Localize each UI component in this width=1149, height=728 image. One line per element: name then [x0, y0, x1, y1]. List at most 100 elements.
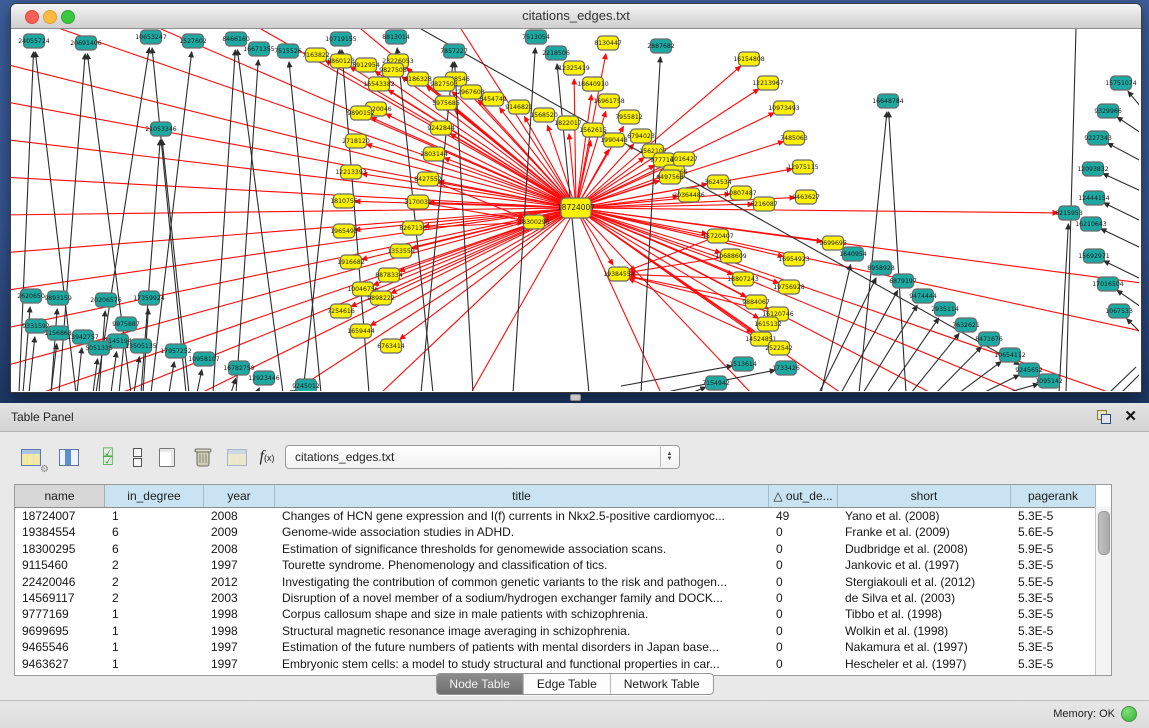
- row-height-icon[interactable]: [122, 442, 152, 472]
- tab-edge-table[interactable]: Edge Table: [524, 674, 611, 694]
- table-cell[interactable]: 2: [105, 574, 204, 590]
- table-cell[interactable]: 2008: [204, 541, 275, 557]
- table-cell[interactable]: 0: [769, 606, 838, 622]
- graph-node[interactable]: 2620650: [17, 289, 45, 303]
- graph-node[interactable]: 9890152: [347, 106, 375, 120]
- graph-node[interactable]: 9975887: [112, 317, 140, 331]
- graph-node[interactable]: 12213393: [335, 165, 367, 179]
- table-cell[interactable]: Tibbo et al. (1998): [838, 606, 1011, 622]
- column-header-out_de[interactable]: △ out_de...: [769, 485, 838, 507]
- table-cell[interactable]: 1998: [204, 606, 275, 622]
- tab-network-table[interactable]: Network Table: [611, 674, 713, 694]
- table-scrollbar-thumb[interactable]: [1098, 511, 1110, 555]
- graph-node[interactable]: 9146821: [505, 100, 533, 114]
- graph-node[interactable]: 2935114: [931, 302, 959, 316]
- graph-node[interactable]: 7154942: [702, 376, 730, 390]
- table-cell[interactable]: 0: [769, 524, 838, 540]
- table-cell[interactable]: 9777169: [15, 606, 105, 622]
- graph-node[interactable]: 1965493: [330, 224, 358, 238]
- table-select-dropdown[interactable]: citations_edges.txt ▲▼: [285, 445, 680, 469]
- table-row[interactable]: 977716911998Corpus callosum shape and si…: [15, 606, 1111, 622]
- graph-node[interactable]: 6497568: [656, 170, 684, 184]
- table-cell[interactable]: 5.3E-5: [1011, 656, 1096, 672]
- graph-node[interactable]: 18724007: [557, 198, 595, 218]
- graph-node[interactable]: 17016504: [1092, 277, 1124, 291]
- graph-node[interactable]: 7955812: [615, 110, 643, 124]
- table-cell[interactable]: 9465546: [15, 639, 105, 655]
- graph-node[interactable]: 6216087: [750, 197, 778, 211]
- table-cell[interactable]: Franke et al. (2009): [838, 524, 1011, 540]
- table-cell[interactable]: Structural magnetic resonance image aver…: [275, 623, 769, 639]
- table-cell[interactable]: 1: [105, 639, 204, 655]
- graph-node[interactable]: 8267130: [399, 221, 427, 235]
- table-cell[interactable]: 1: [105, 656, 204, 672]
- table-cell[interactable]: 14569117: [15, 590, 105, 606]
- graph-node[interactable]: 1353559: [387, 244, 415, 258]
- table-cell[interactable]: 1998: [204, 623, 275, 639]
- table-cell[interactable]: Nakamura et al. (1997): [838, 639, 1011, 655]
- table-cell[interactable]: 0: [769, 656, 838, 672]
- table-cell[interactable]: 5.9E-5: [1011, 541, 1096, 557]
- graph-node[interactable]: 1562615: [579, 123, 607, 137]
- graph-node[interactable]: 16671355: [243, 42, 275, 56]
- graph-node[interactable]: 2887682: [647, 39, 675, 53]
- graph-node[interactable]: 9827503: [430, 77, 458, 91]
- table-cell[interactable]: Corpus callosum shape and size in male p…: [275, 606, 769, 622]
- graph-node[interactable]: 6794023: [627, 129, 655, 143]
- graph-node[interactable]: 7515526: [274, 44, 302, 58]
- table-cell[interactable]: Hescheler et al. (1997): [838, 656, 1011, 672]
- table-cell[interactable]: 5.6E-5: [1011, 524, 1096, 540]
- table-cell[interactable]: 5.3E-5: [1011, 606, 1096, 622]
- float-panel-icon[interactable]: [1097, 410, 1111, 424]
- graph-node[interactable]: 2522542: [765, 341, 793, 355]
- graph-node[interactable]: 9242844: [427, 121, 455, 135]
- graph-node[interactable]: 9699695: [819, 236, 847, 250]
- graph-node[interactable]: 9827508: [379, 63, 407, 77]
- table-cell[interactable]: 5.3E-5: [1011, 623, 1096, 639]
- graph-node[interactable]: 2718120: [342, 134, 370, 148]
- graph-node[interactable]: 15751074: [1105, 76, 1137, 90]
- table-cell[interactable]: 22420046: [15, 574, 105, 590]
- table-cell[interactable]: 0: [769, 639, 838, 655]
- table-row[interactable]: 911546021997Tourette syndrome. Phenomeno…: [15, 557, 1111, 573]
- tab-node-table[interactable]: Node Table: [436, 674, 524, 694]
- graph-node[interactable]: 8454749: [479, 92, 507, 106]
- graph-node[interactable]: 7163822: [302, 48, 330, 62]
- column-header-year[interactable]: year: [204, 485, 275, 507]
- table-cell[interactable]: Changes of HCN gene expression and I(f) …: [275, 508, 769, 524]
- table-cell[interactable]: Embryonic stem cells: a model to study s…: [275, 656, 769, 672]
- graph-node[interactable]: 18640910: [577, 77, 609, 91]
- graph-node[interactable]: 8471676: [975, 332, 1003, 346]
- graph-node[interactable]: 20691406: [70, 36, 102, 50]
- graph-node[interactable]: 1916682: [337, 255, 365, 269]
- table-cell[interactable]: Stergiakouli et al. (2012): [838, 574, 1011, 590]
- table-cell[interactable]: 0: [769, 557, 838, 573]
- table-row[interactable]: 2242004622012Investigating the contribut…: [15, 574, 1111, 590]
- table-row[interactable]: 946362711997Embryonic stem cells: a mode…: [15, 656, 1111, 672]
- delete-table-icon[interactable]: [188, 442, 218, 472]
- graph-node[interactable]: 7254616: [327, 304, 355, 318]
- table-cell[interactable]: 6: [105, 541, 204, 557]
- create-table-icon[interactable]: [152, 442, 182, 472]
- table-cell[interactable]: 49: [769, 508, 838, 524]
- table-cell[interactable]: 5.3E-5: [1011, 508, 1096, 524]
- graph-node[interactable]: 12325419: [558, 61, 590, 75]
- graph-node[interactable]: 8130447: [594, 36, 622, 50]
- table-cell[interactable]: 9463627: [15, 656, 105, 672]
- table-cell[interactable]: 5.5E-5: [1011, 574, 1096, 590]
- table-cell[interactable]: Genome-wide association studies in ADHD.: [275, 524, 769, 540]
- graph-node[interactable]: 10719155: [325, 32, 357, 46]
- table-cell[interactable]: 19384554: [15, 524, 105, 540]
- graph-node[interactable]: 6763414: [377, 339, 405, 353]
- table-cell[interactable]: 5.3E-5: [1011, 639, 1096, 655]
- graph-node[interactable]: 16543382: [363, 77, 395, 91]
- table-cell[interactable]: 0: [769, 574, 838, 590]
- table-cell[interactable]: Estimation of the future numbers of pati…: [275, 639, 769, 655]
- table-vertical-scrollbar[interactable]: [1095, 507, 1111, 675]
- graph-node[interactable]: 1527602: [179, 34, 207, 48]
- graph-node[interactable]: 1095142: [1035, 374, 1063, 388]
- graph-node[interactable]: 8813014: [382, 30, 410, 44]
- column-header-name[interactable]: name: [15, 485, 105, 507]
- column-header-short[interactable]: short: [838, 485, 1011, 507]
- table-cell[interactable]: Disruption of a novel member of a sodium…: [275, 590, 769, 606]
